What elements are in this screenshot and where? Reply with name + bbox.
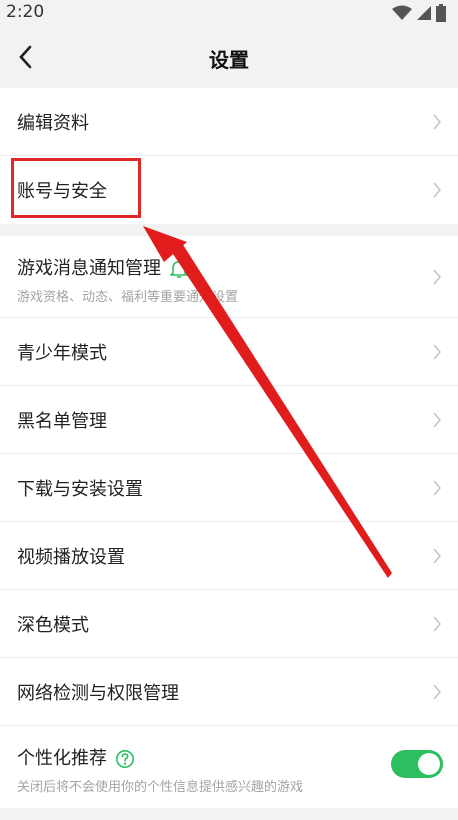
chevron-right-icon [433,480,441,495]
chevron-right-icon [433,412,441,427]
bell-icon [170,261,188,278]
row-label: 下载与安装设置 [17,479,143,500]
signal-icon [417,6,431,20]
wifi-icon [392,5,412,20]
settings-group-general: 游戏消息通知管理 游戏资格、动态、福利等重要通知设置 青少年模式 黑名单管理 下… [0,236,458,808]
settings-row-network-permissions[interactable]: 网络检测与权限管理 [0,658,458,726]
row-subtitle: 关闭后将不会使用你的个性信息提供感兴趣的游戏 [17,780,304,795]
row-label: 黑名单管理 [17,411,107,432]
chevron-right-icon [433,684,441,699]
chevron-right-icon [433,616,441,631]
settings-row-teen-mode[interactable]: 青少年模式 [0,318,458,386]
battery-icon [436,4,446,22]
status-icons [392,4,446,22]
row-label: 视频播放设置 [17,547,125,568]
row-label: 编辑资料 [17,113,89,134]
settings-row-game-notifications[interactable]: 游戏消息通知管理 游戏资格、动态、福利等重要通知设置 [0,236,458,318]
section-gap [0,224,458,236]
nav-bar: 设置 [0,26,458,88]
toggle-knob [418,753,440,775]
settings-row-download-install[interactable]: 下载与安装设置 [0,454,458,522]
status-time: 2:20 [6,2,45,22]
settings-row-blacklist[interactable]: 黑名单管理 [0,386,458,454]
row-label: 游戏消息通知管理 [17,254,189,280]
help-icon[interactable] [115,749,135,769]
row-label: 青少年模式 [17,343,107,364]
settings-row-dark-mode[interactable]: 深色模式 [0,590,458,658]
settings-row-video-playback[interactable]: 视频播放设置 [0,522,458,590]
chevron-right-icon [433,114,441,129]
page-title: 设置 [209,48,249,72]
status-bar: 2:20 [0,0,458,26]
row-label: 个性化推荐 [17,744,135,770]
chevron-right-icon [433,182,441,198]
chevron-right-icon [433,269,441,284]
row-subtitle: 游戏资格、动态、福利等重要通知设置 [17,290,239,305]
settings-row-personalized-recommendation: 个性化推荐 关闭后将不会使用你的个性信息提供感兴趣的游戏 [0,726,458,808]
highlight-box [11,158,141,218]
row-label: 网络检测与权限管理 [17,683,179,704]
chevron-right-icon [433,548,441,563]
row-label: 深色模式 [17,615,89,636]
personalized-recommendation-toggle[interactable] [391,750,443,778]
chevron-right-icon [433,344,441,359]
settings-row-edit-profile[interactable]: 编辑资料 [0,88,458,156]
